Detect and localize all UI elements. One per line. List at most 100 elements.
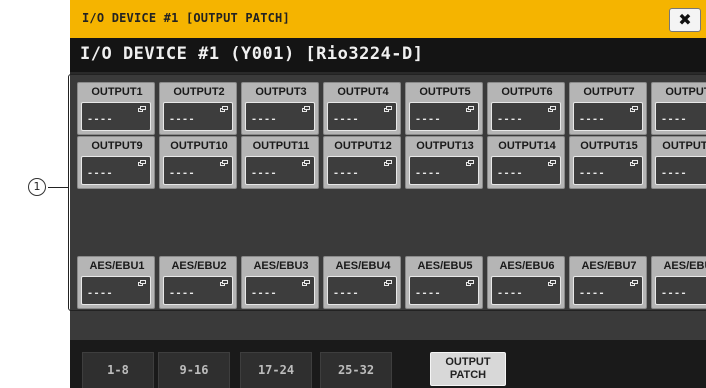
port-aes-ebu2: AES/EBU2 ---- — [159, 256, 237, 309]
port-patch-value: ---- — [169, 114, 196, 125]
device-name: I/O DEVICE #1 (Y001) [Rio3224-D] — [80, 44, 424, 64]
port-label: OUTPUT2 — [173, 86, 225, 98]
tab-output-patch-line2: PATCH — [449, 369, 487, 381]
port-label: AES/EBU5 — [417, 260, 473, 272]
port-patch-value: ---- — [579, 168, 606, 179]
port-output9: OUTPUT9 ---- — [77, 136, 155, 189]
port-patch-value: ---- — [333, 288, 360, 299]
port-label: AES/EBU6 — [499, 260, 555, 272]
popup-window-icon — [466, 106, 474, 113]
popup-window-icon — [220, 106, 228, 113]
close-button[interactable]: ✖ — [669, 8, 701, 32]
port-patch-button[interactable]: ---- — [327, 276, 397, 305]
popup-window-icon — [138, 280, 146, 287]
port-patch-button[interactable]: ---- — [245, 276, 315, 305]
port-patch-value: ---- — [661, 288, 688, 299]
popup-window-icon — [384, 280, 392, 287]
port-output13: OUTPUT13 ---- — [405, 136, 483, 189]
port-label: OUTPUT1 — [91, 86, 143, 98]
port-label: OUTPUT3 — [255, 86, 307, 98]
port-patch-button[interactable]: ---- — [409, 276, 479, 305]
popup-window-icon — [220, 280, 228, 287]
port-patch-value: ---- — [333, 168, 360, 179]
port-label: OUTPUT12 — [334, 140, 392, 152]
port-label: OUTPUT6 — [501, 86, 553, 98]
port-patch-value: ---- — [333, 114, 360, 125]
popup-window-icon — [220, 160, 228, 167]
port-patch-button[interactable]: ---- — [81, 102, 151, 131]
port-output2: OUTPUT2 ---- — [159, 82, 237, 135]
port-patch-button[interactable]: ---- — [573, 156, 643, 185]
port-patch-button[interactable]: ---- — [491, 102, 561, 131]
port-patch-value: ---- — [497, 288, 524, 299]
port-patch-button[interactable]: ---- — [409, 102, 479, 131]
tab-9-16[interactable]: 9-16 — [158, 352, 230, 388]
port-output6: OUTPUT6 ---- — [487, 82, 565, 135]
tab-1-8[interactable]: 1-8 — [82, 352, 154, 388]
port-label: OUTPUT5 — [419, 86, 471, 98]
popup-window-icon — [466, 280, 474, 287]
port-label: AES/EBU8 — [663, 260, 706, 272]
port-patch-button[interactable]: ---- — [163, 156, 233, 185]
port-label: OUTPUT8 — [665, 86, 706, 98]
port-label: OUTPUT10 — [170, 140, 228, 152]
port-label: OUTPUT7 — [583, 86, 635, 98]
port-patch-button[interactable]: ---- — [491, 276, 561, 305]
port-output1: OUTPUT1 ---- — [77, 82, 155, 135]
patch-grid: OUTPUT1 ---- OUTPUT2 ---- OUTPUT3 ---- O… — [70, 74, 706, 310]
port-output14: OUTPUT14 ---- — [487, 136, 565, 189]
port-label: AES/EBU3 — [253, 260, 309, 272]
popup-window-icon — [548, 160, 556, 167]
port-patch-button[interactable]: ---- — [327, 102, 397, 131]
port-label: OUTPUT11 — [252, 140, 310, 152]
port-label: AES/EBU1 — [89, 260, 145, 272]
port-output3: OUTPUT3 ---- — [241, 82, 319, 135]
port-patch-button[interactable]: ---- — [409, 156, 479, 185]
tab-output-patch[interactable]: OUTPUT PATCH — [430, 352, 506, 386]
port-patch-button[interactable]: ---- — [655, 276, 706, 305]
port-patch-value: ---- — [251, 288, 278, 299]
port-patch-button[interactable]: ---- — [655, 156, 706, 185]
popup-window-icon — [302, 106, 310, 113]
port-patch-button[interactable]: ---- — [163, 276, 233, 305]
callout-marker: 1 — [28, 178, 46, 196]
port-patch-button[interactable]: ---- — [327, 156, 397, 185]
port-patch-value: ---- — [169, 288, 196, 299]
port-patch-value: ---- — [251, 168, 278, 179]
port-aes-ebu5: AES/EBU5 ---- — [405, 256, 483, 309]
port-output10: OUTPUT10 ---- — [159, 136, 237, 189]
port-patch-button[interactable]: ---- — [655, 102, 706, 131]
close-icon: ✖ — [678, 10, 692, 29]
popup-window-icon — [548, 280, 556, 287]
tab-25-32[interactable]: 25-32 — [320, 352, 392, 388]
popup-window-icon — [466, 160, 474, 167]
port-patch-value: ---- — [415, 288, 442, 299]
port-patch-button[interactable]: ---- — [573, 276, 643, 305]
popup-window-icon — [302, 160, 310, 167]
port-output4: OUTPUT4 ---- — [323, 82, 401, 135]
port-patch-button[interactable]: ---- — [491, 156, 561, 185]
tab-17-24[interactable]: 17-24 — [240, 352, 312, 388]
port-patch-value: ---- — [661, 168, 688, 179]
port-patch-button[interactable]: ---- — [245, 156, 315, 185]
port-patch-button[interactable]: ---- — [163, 102, 233, 131]
popup-window-icon — [630, 106, 638, 113]
port-label: AES/EBU7 — [581, 260, 637, 272]
port-output15: OUTPUT15 ---- — [569, 136, 647, 189]
port-label: OUTPUT9 — [91, 140, 143, 152]
port-patch-button[interactable]: ---- — [81, 156, 151, 185]
port-patch-button[interactable]: ---- — [245, 102, 315, 131]
popup-window-icon — [302, 280, 310, 287]
port-patch-value: ---- — [579, 288, 606, 299]
port-patch-button[interactable]: ---- — [573, 102, 643, 131]
port-aes-ebu3: AES/EBU3 ---- — [241, 256, 319, 309]
device-header: I/O DEVICE #1 (Y001) [Rio3224-D] — [70, 38, 706, 72]
port-aes-ebu7: AES/EBU7 ---- — [569, 256, 647, 309]
port-patch-button[interactable]: ---- — [81, 276, 151, 305]
port-output5: OUTPUT5 ---- — [405, 82, 483, 135]
port-aes-ebu8: AES/EBU8 ---- — [651, 256, 706, 309]
divider-band — [70, 310, 706, 340]
tab-output-patch-line1: OUTPUT — [445, 356, 491, 368]
output-patch-window: I/O DEVICE #1 [OUTPUT PATCH] ✖ I/O DEVIC… — [70, 0, 706, 388]
window-title: I/O DEVICE #1 [OUTPUT PATCH] — [82, 11, 290, 25]
